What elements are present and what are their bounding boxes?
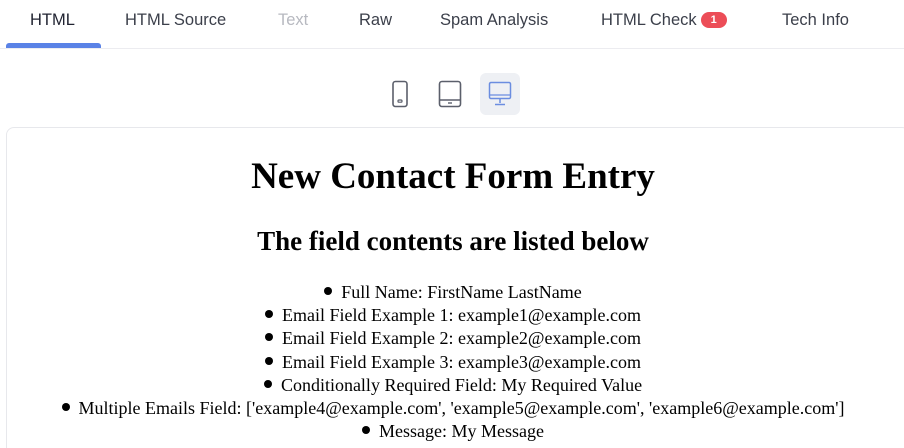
bullet-icon (324, 287, 333, 295)
tab-label: Tech Info (782, 11, 849, 29)
tab-label: Raw (359, 11, 393, 29)
field-text: Multiple Emails Field: ['example4@exampl… (78, 398, 845, 419)
tab-label: HTML (30, 11, 75, 29)
mobile-view-button[interactable] (380, 73, 420, 115)
bullet-icon (362, 426, 370, 435)
tablet-icon (438, 80, 462, 108)
list-item: Full Name: FirstName LastName (7, 281, 899, 304)
list-item: Email Field Example 1: example1@example.… (7, 304, 899, 327)
email-preview-panel: New Contact Form Entry The field content… (6, 127, 904, 448)
view-tabs: HTML HTML Source Text Raw Spam Analysis … (0, 0, 904, 49)
field-text: Message: My Message (379, 421, 544, 442)
list-item: Email Field Example 3: example3@example.… (7, 351, 899, 374)
tablet-view-button[interactable] (430, 73, 470, 115)
tab-text: Text (278, 0, 308, 48)
list-item: Message: My Message (7, 420, 899, 443)
tab-label: HTML Check (601, 11, 697, 29)
tab-spam-analysis[interactable]: Spam Analysis (440, 0, 548, 48)
tab-label: HTML Source (125, 11, 227, 29)
bullet-icon (265, 356, 273, 365)
desktop-view-button[interactable] (480, 73, 520, 115)
desktop-icon (488, 81, 512, 106)
bullet-icon (61, 403, 70, 412)
tab-raw[interactable]: Raw (359, 0, 392, 48)
bullet-icon (263, 379, 272, 388)
tab-html-check[interactable]: HTML Check 1 (601, 0, 727, 48)
html-check-count-badge: 1 (700, 12, 727, 28)
field-text: Email Field Example 3: example3@example.… (282, 351, 641, 372)
list-item: Email Field Example 2: example2@example.… (7, 327, 899, 350)
email-preview-app: HTML HTML Source Text Raw Spam Analysis … (0, 0, 904, 448)
tab-tech-info[interactable]: Tech Info (782, 0, 849, 48)
tab-html[interactable]: HTML (30, 0, 75, 48)
field-text: Email Field Example 1: example1@example.… (282, 305, 641, 326)
field-list: Full Name: FirstName LastName Email Fiel… (7, 281, 899, 443)
field-text: Conditionally Required Field: My Require… (280, 374, 643, 395)
bullet-icon (265, 333, 273, 342)
active-tab-indicator (6, 43, 101, 48)
field-text: Full Name: FirstName LastName (341, 282, 582, 302)
tab-label: Text (278, 11, 309, 29)
mobile-icon (392, 80, 408, 108)
email-subheading: The field contents are listed below (257, 226, 649, 256)
bullet-icon (265, 310, 273, 319)
list-item: Multiple Emails Field: ['example4@exampl… (7, 397, 899, 420)
tab-label: Spam Analysis (440, 11, 549, 29)
field-text: Email Field Example 2: example2@example.… (282, 328, 641, 349)
tab-html-source[interactable]: HTML Source (125, 0, 226, 48)
list-item: Conditionally Required Field: My Require… (7, 374, 899, 397)
email-heading: New Contact Form Entry (251, 156, 655, 197)
